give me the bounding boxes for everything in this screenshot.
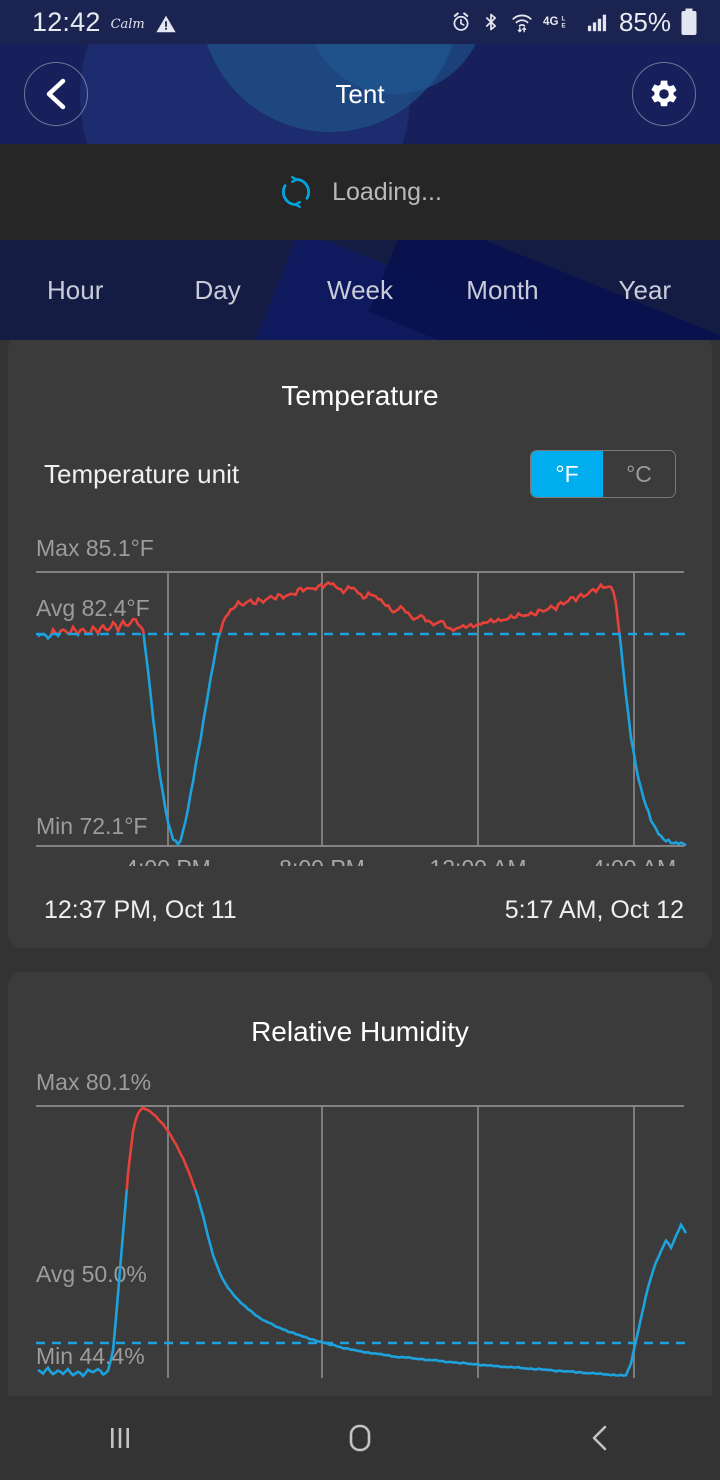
svg-text:L: L: [561, 15, 565, 22]
unit-option-fahrenheit[interactable]: °F: [531, 451, 603, 497]
page-title: Tent: [335, 78, 385, 109]
back-button[interactable]: [24, 62, 88, 126]
humidity-card-title: Relative Humidity: [251, 1016, 469, 1047]
temperature-chart-svg: Max 85.1°F Avg 82.4°F Min 72.1°F 4:00 PM…: [36, 535, 688, 866]
temperature-unit-row: Temperature unit °F °C: [44, 450, 676, 498]
loading-label: Loading...: [332, 177, 442, 206]
header-row: Tent: [0, 44, 720, 144]
tabbar-items: Hour Day Week Month Year: [0, 240, 720, 340]
unit-option-celsius[interactable]: °C: [603, 451, 675, 497]
time-range-tabbar: Hour Day Week Month Year: [0, 240, 720, 340]
home-button[interactable]: [240, 1419, 480, 1457]
temperature-xtick-0: 4:00 PM: [125, 855, 211, 866]
humidity-chart[interactable]: Max 80.1% Avg 50.0% Min 44.4%: [8, 1060, 712, 1390]
battery-percent-label: 85%: [618, 6, 671, 37]
temperature-range-end: 5:17 AM, Oct 12: [504, 896, 684, 924]
gear-icon: [651, 80, 677, 107]
4g-lte-icon: 4G L E: [543, 15, 566, 29]
battery-icon: [681, 8, 697, 35]
humidity-avg-label: Avg 50.0%: [36, 1261, 147, 1287]
temperature-time-range: 12:37 PM, Oct 11 5:17 AM, Oct 12: [44, 896, 684, 925]
chevron-left-icon: [46, 78, 66, 110]
nav-back-button[interactable]: [480, 1421, 720, 1455]
warning-triangle-icon: [156, 15, 176, 32]
temperature-max-label: Max 85.1°F: [36, 535, 154, 561]
refresh-spinner-icon: [282, 176, 311, 208]
humidity-chart-svg: Max 80.1% Avg 50.0% Min 44.4%: [36, 1069, 688, 1378]
loading-banner: Loading...: [0, 144, 720, 240]
temperature-series: [37, 581, 687, 847]
temperature-min-label: Min 72.1°F: [36, 813, 147, 839]
svg-text:E: E: [561, 22, 565, 29]
tab-day[interactable]: Day: [146, 275, 288, 306]
status-profile-label: Calm: [110, 16, 145, 32]
svg-text:4G: 4G: [543, 16, 558, 28]
temperature-xtick-3: 4:00 AM: [592, 855, 676, 866]
status-bar-left: 12:42 Calm: [0, 7, 177, 38]
humidity-min-label: Min 44.4%: [36, 1343, 145, 1369]
recents-button[interactable]: [0, 1421, 240, 1455]
back-chevron-icon: [592, 1425, 607, 1451]
humidity-series: [37, 1106, 688, 1378]
tab-year[interactable]: Year: [574, 275, 716, 306]
status-bar-right: 4G L E 85%: [450, 7, 720, 38]
bluetooth-icon: [485, 13, 496, 31]
temperature-unit-label: Temperature unit: [44, 458, 240, 489]
recents-icon: [111, 1428, 129, 1448]
status-bar: 12:42 Calm 4G L E 85%: [0, 0, 720, 44]
android-nav-bar: [0, 1396, 720, 1480]
humidity-card: Relative Humidity Max 80.1% Avg 50.0% Mi…: [8, 972, 712, 1412]
settings-button[interactable]: [632, 62, 696, 126]
tab-hour[interactable]: Hour: [4, 275, 146, 306]
alarm-icon: [453, 12, 469, 31]
temperature-card: Temperature Temperature unit °F °C Max 8…: [8, 336, 712, 948]
temperature-range-start: 12:37 PM, Oct 11: [44, 896, 237, 924]
tab-week[interactable]: Week: [289, 275, 431, 306]
temperature-unit-toggle[interactable]: °F °C: [530, 450, 676, 498]
humidity-max-label: Max 80.1%: [36, 1069, 151, 1095]
temperature-avg-label: Avg 82.4°F: [36, 595, 150, 621]
home-icon: [349, 1424, 371, 1452]
temperature-xtick-2: 12:00 AM: [429, 855, 526, 866]
status-clock: 12:42: [32, 6, 101, 37]
temperature-chart[interactable]: Max 85.1°F Avg 82.4°F Min 72.1°F 4:00 PM…: [8, 526, 712, 866]
signal-bars-icon: [587, 14, 607, 32]
tab-month[interactable]: Month: [431, 275, 573, 306]
wifi-icon: [512, 14, 532, 33]
temperature-xtick-1: 8:00 PM: [279, 855, 365, 866]
temperature-card-title: Temperature: [281, 380, 439, 411]
